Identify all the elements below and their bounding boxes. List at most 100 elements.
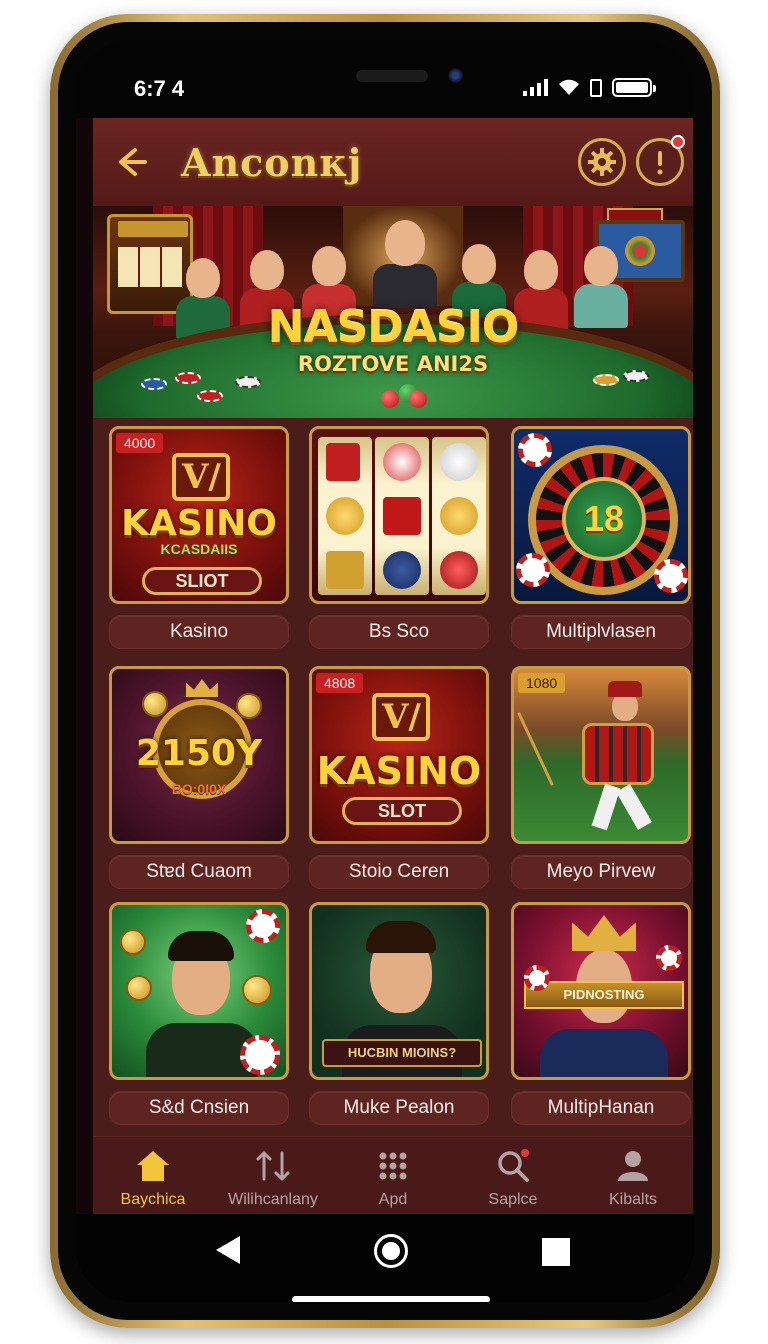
game-thumbnail[interactable]: HUCBIN MIOINS? (309, 902, 489, 1080)
chip-icon (240, 1035, 280, 1075)
game-thumbnail[interactable]: 2150Y BO:0I0X (109, 666, 289, 844)
ball-symbol-icon (440, 443, 478, 481)
game-card[interactable]: Bs Sco (309, 426, 489, 649)
game-label[interactable]: Stoio Ceren (309, 855, 489, 889)
game-thumbnail[interactable]: 4808 KASINO SLOT (309, 666, 489, 844)
bear-symbol-icon (440, 497, 478, 535)
coin-icon (236, 693, 262, 719)
gesture-bar[interactable] (292, 1296, 490, 1302)
back-arrow-icon (119, 148, 147, 176)
nav-item-search[interactable]: Saplce (453, 1137, 573, 1214)
status-time: 6:7 4 (134, 76, 185, 101)
bottom-navigation: Baychica Wilihcanlany Apd Saplce Kibalts (93, 1136, 693, 1214)
game-thumbnail[interactable] (109, 902, 289, 1080)
app-header: Anconкj (93, 118, 693, 206)
nav-item-profile[interactable]: Kibalts (573, 1137, 693, 1214)
game-card[interactable]: 4000 KASINO KCASDAIIS SLIOT Kasino (109, 426, 289, 649)
coin-symbol-icon (383, 551, 421, 589)
kasino-logo-icon (172, 453, 230, 501)
player-leg (616, 783, 652, 831)
coin-icon (126, 975, 152, 1001)
game-label[interactable]: MultipHanan (511, 1091, 691, 1125)
chip-stack (235, 376, 261, 388)
baton-icon (517, 712, 554, 786)
slot-reel (432, 437, 486, 595)
seven-symbol-icon (326, 443, 360, 481)
nav-item-apps[interactable]: Apd (333, 1137, 453, 1214)
wifi-icon (558, 79, 580, 96)
chip-icon (524, 965, 550, 991)
tile-title: KASINO (316, 749, 482, 793)
tile-title: 2150Y (135, 733, 263, 774)
vibrate-icon (590, 78, 602, 97)
apps-grid-icon (379, 1152, 407, 1180)
dealer-figure (373, 214, 437, 308)
system-back-button[interactable] (216, 1236, 240, 1264)
coin-icon (242, 975, 272, 1005)
game-thumbnail[interactable] (309, 426, 489, 604)
slot-reel (318, 437, 372, 595)
seven-symbol-icon (383, 497, 421, 535)
settings-button[interactable] (578, 138, 626, 186)
nav-item-home[interactable]: Baychica (93, 1137, 213, 1214)
jackpot-badge: 4808 (316, 673, 364, 693)
cherry-symbol-icon (440, 551, 478, 589)
game-card[interactable]: S&d Cnsien (109, 902, 289, 1125)
tile-ribbon: HUCBIN MIOINS? (322, 1039, 482, 1067)
signal-icon (523, 79, 548, 96)
jackpot-badge: 4000 (116, 433, 164, 453)
exclamation-icon (657, 151, 663, 175)
gear-icon (588, 148, 616, 176)
chip-icon (518, 433, 552, 467)
notification-dot (671, 135, 685, 149)
alert-button[interactable] (636, 135, 685, 186)
game-card[interactable]: 1080 Meyo Pirvew (511, 666, 691, 889)
game-card[interactable]: 4808 KASINO SLOT Stoio Ceren (309, 666, 489, 889)
drum-icon (582, 723, 654, 785)
app-title: Anconкj (181, 140, 363, 185)
game-label[interactable]: Multiplvlasen (511, 615, 691, 649)
player-hair (168, 931, 234, 961)
game-thumbnail[interactable]: 1080 (511, 666, 691, 844)
tile-title: KASINO (121, 503, 277, 544)
system-navigation-bar (76, 1214, 694, 1302)
slot-pill: SLOT (342, 797, 462, 825)
game-label[interactable]: Meyo Pirvew (511, 855, 691, 889)
game-thumbnail[interactable]: 4000 KASINO KCASDAIIS SLIOT (109, 426, 289, 604)
roulette-number: 18 (562, 477, 646, 561)
jackpot-badge: 1080 (518, 673, 566, 693)
phone-bezel: 6:7 4 Anconкj NASDASIO ROZTOVE ANI2S 400… (58, 22, 712, 1320)
game-label[interactable]: S&d Cnsien (109, 1091, 289, 1125)
game-label[interactable]: Muke Pealon (309, 1091, 489, 1125)
game-label[interactable]: Stɐd Cuaom (109, 855, 289, 889)
system-recents-button[interactable] (542, 1238, 570, 1266)
game-label[interactable]: Kasino (109, 615, 289, 649)
bear-symbol-icon (326, 497, 364, 535)
banner-title: NASDASIO (267, 302, 520, 353)
tile-subtitle: KCASDAIIS (160, 541, 238, 557)
bar-symbol-icon (326, 551, 364, 589)
game-thumbnail[interactable]: PIDNOSTING (511, 902, 691, 1080)
game-thumbnail[interactable]: 18 (511, 426, 691, 604)
nav-item-transfer[interactable]: Wilihcanlany (213, 1137, 333, 1214)
tile-ribbon: PIDNOSTING (524, 981, 684, 1009)
player-suit (540, 1029, 668, 1077)
transfer-icon (256, 1151, 290, 1181)
system-home-button[interactable] (374, 1234, 408, 1268)
banner-subtitle: ROZTOVE ANI2S (297, 352, 489, 376)
earpiece-speaker (356, 70, 428, 82)
game-card[interactable]: PIDNOSTING MultipHanan (511, 902, 691, 1125)
battery-icon (612, 78, 656, 97)
back-button[interactable] (109, 140, 153, 184)
promo-banner[interactable]: NASDASIO ROZTOVE ANI2S (93, 206, 693, 418)
panda-symbol-icon (383, 443, 421, 481)
slot-pill: SLIOT (142, 567, 262, 595)
status-bar: 6:7 4 (76, 40, 694, 118)
game-card[interactable]: HUCBIN MIOINS? Muke Pealon (309, 902, 489, 1125)
game-card[interactable]: 2150Y BO:0I0X Stɐd Cuaom (109, 666, 289, 889)
game-card[interactable]: 18 Multiplvlasen (511, 426, 691, 649)
player-hat (608, 681, 642, 697)
game-label[interactable]: Bs Sco (309, 615, 489, 649)
coin-icon (142, 691, 168, 717)
chip-icon (246, 909, 280, 943)
